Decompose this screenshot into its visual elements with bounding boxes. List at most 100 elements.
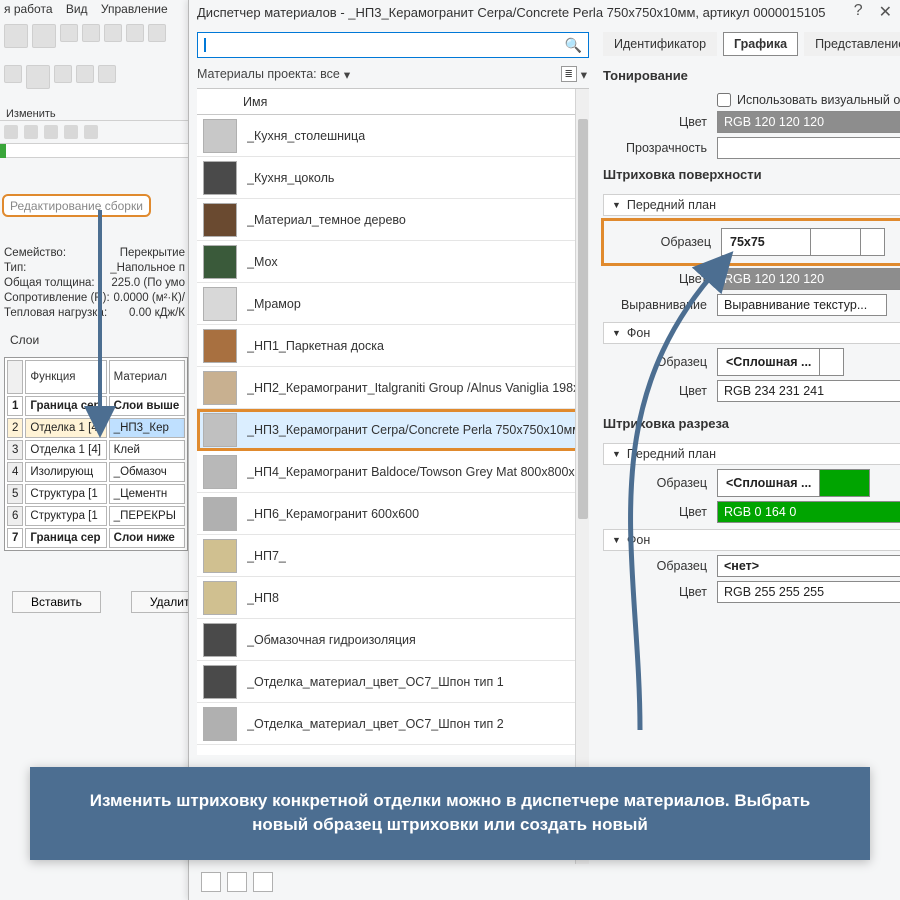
menu-item[interactable]: я работа — [4, 2, 53, 16]
row-material[interactable]: _ПЕРЕКРЫ — [109, 506, 185, 526]
alignment-button[interactable]: Выравнивание текстур... — [717, 294, 887, 316]
material-item[interactable]: _Кухня_столешница — [197, 115, 589, 157]
menu-item[interactable]: Вид — [66, 2, 88, 16]
collapse-icon[interactable]: ▼ — [612, 328, 621, 338]
material-item[interactable]: _Материал_темное дерево — [197, 199, 589, 241]
layers-table[interactable]: ФункцияМатериал 1Граница серСлои выше2От… — [4, 357, 188, 551]
ribbon-tool-icon[interactable] — [76, 65, 94, 83]
search-input[interactable]: 🔍 — [197, 32, 589, 58]
material-item[interactable]: _Мох — [197, 241, 589, 283]
tool-icon[interactable] — [253, 872, 273, 892]
table-row[interactable]: 4Изолирующ_Обмазоч — [7, 462, 185, 482]
ribbon-tool-icon[interactable] — [98, 65, 116, 83]
row-material[interactable]: Слои ниже — [109, 528, 185, 548]
view-dropdown-icon[interactable]: ▾ — [581, 67, 587, 82]
material-item[interactable]: _Отделка_материал_цвет_ОС7_Шпон тип 2 — [197, 703, 589, 745]
subhead-cut-bg[interactable]: ▼Фон — [603, 529, 900, 551]
surface-pattern[interactable]: 75x75 — [721, 228, 811, 256]
tab-identity[interactable]: Идентификатор — [603, 32, 717, 56]
row-function[interactable]: Отделка 1 [4] — [25, 418, 106, 438]
material-item[interactable]: _Отделка_материал_цвет_ОС7_Шпон тип 1 — [197, 661, 589, 703]
row-material[interactable]: _Обмазоч — [109, 462, 185, 482]
insert-button[interactable]: Вставить — [12, 591, 101, 613]
table-row[interactable]: 7Граница серСлои ниже — [7, 528, 185, 548]
ribbon-tool-icon[interactable] — [54, 65, 72, 83]
ribbon-tool-icon[interactable] — [148, 24, 166, 42]
collapse-icon[interactable]: ▼ — [612, 449, 621, 459]
shading-color[interactable]: RGB 120 120 120 — [717, 111, 900, 133]
subhead-foreground[interactable]: ▼Передний план — [603, 194, 900, 216]
surface-bg-color[interactable]: RGB 234 231 241 — [717, 380, 900, 402]
table-row[interactable]: 2Отделка 1 [4]_НП3_Кер — [7, 418, 185, 438]
material-item[interactable]: _НП8 — [197, 577, 589, 619]
ribbon-tool-icon[interactable] — [82, 24, 100, 42]
pattern-swatch[interactable] — [861, 228, 885, 256]
row-function[interactable]: Граница сер — [25, 396, 106, 416]
help-button[interactable]: ? — [854, 2, 863, 22]
ribbon-tool-icon[interactable] — [26, 65, 50, 89]
surface-bg-pattern[interactable]: <Сплошная ... — [717, 348, 820, 376]
subhead-background[interactable]: ▼Фон — [603, 322, 900, 344]
collapse-icon[interactable]: ▼ — [612, 200, 621, 210]
row-function[interactable]: Граница сер — [25, 528, 106, 548]
material-item[interactable]: _Кухня_цоколь — [197, 157, 589, 199]
ribbon-tool-icon[interactable] — [32, 24, 56, 48]
material-item[interactable]: _Обмазочная гидроизоляция — [197, 619, 589, 661]
subhead-cut-fg[interactable]: ▼Передний план — [603, 443, 900, 465]
pattern-swatch[interactable] — [820, 348, 844, 376]
scrollbar-thumb[interactable] — [578, 119, 588, 519]
table-row[interactable]: 3Отделка 1 [4]Клей — [7, 440, 185, 460]
row-function[interactable]: Отделка 1 [4] — [25, 440, 106, 460]
material-item[interactable]: _НП6_Керамогранит 600х600 — [197, 493, 589, 535]
row-function[interactable]: Изолирующ — [25, 462, 106, 482]
material-item[interactable]: _НП1_Паркетная доска — [197, 325, 589, 367]
toolbar-icon[interactable] — [84, 125, 98, 139]
scrollbar[interactable] — [575, 89, 589, 864]
cut-bg-pattern[interactable]: <нет> — [717, 555, 900, 577]
pattern-swatch[interactable] — [820, 469, 870, 497]
ribbon-tool-icon[interactable] — [104, 24, 122, 42]
material-item[interactable]: _НП2_Керамогранит_Italgraniti Group /Aln… — [197, 367, 589, 409]
use-render-checkbox[interactable]: Использовать визуальный о — [717, 93, 900, 107]
row-material[interactable]: Клей — [109, 440, 185, 460]
menu-item[interactable]: Управление — [101, 2, 168, 16]
material-item[interactable]: _НП7_ — [197, 535, 589, 577]
row-material[interactable]: Слои выше — [109, 396, 185, 416]
ribbon-tool-icon[interactable] — [126, 24, 144, 42]
surface-fg-color[interactable]: RGB 120 120 120 — [717, 268, 900, 290]
menu-bar[interactable]: я работа Вид Управление — [0, 0, 189, 18]
view-mode-icon[interactable]: ≣ — [561, 66, 577, 82]
material-item[interactable]: _НП3_Керамогранит Cerpa/Concrete Perla 7… — [197, 409, 589, 451]
cut-bg-color[interactable]: RGB 255 255 255 — [717, 581, 900, 603]
tab-graphics[interactable]: Графика — [723, 32, 798, 56]
table-row[interactable]: 1Граница серСлои выше — [7, 396, 185, 416]
material-item[interactable]: _Мрамор — [197, 283, 589, 325]
ribbon-tool-icon[interactable] — [4, 24, 28, 48]
search-icon[interactable]: 🔍 — [565, 37, 582, 54]
collapse-icon[interactable]: ▼ — [612, 535, 621, 545]
table-row[interactable]: 6Структура [1_ПЕРЕКРЫ — [7, 506, 185, 526]
col-function[interactable]: Функция — [25, 360, 106, 394]
close-button[interactable]: ✕ — [879, 2, 892, 22]
ribbon-tool-icon[interactable] — [60, 24, 78, 42]
table-row[interactable]: 5Структура [1_Цементн — [7, 484, 185, 504]
row-material[interactable]: _Цементн — [109, 484, 185, 504]
tool-icon[interactable] — [227, 872, 247, 892]
ribbon-tool-icon[interactable] — [4, 65, 22, 83]
col-material[interactable]: Материал — [109, 360, 185, 394]
material-item[interactable]: _НП4_Керамогранит Baldoce/Towson Grey Ma… — [197, 451, 589, 493]
cut-fg-pattern[interactable]: <Сплошная ... — [717, 469, 820, 497]
row-function[interactable]: Структура [1 — [25, 484, 106, 504]
row-material[interactable]: _НП3_Кер — [109, 418, 185, 438]
material-list[interactable]: _Кухня_столешница_Кухня_цоколь_Материал_… — [197, 115, 589, 755]
filter-dropdown-icon[interactable]: ▾ — [344, 67, 350, 82]
tab-appearance[interactable]: Представление — [804, 32, 900, 56]
list-header-name[interactable]: Имя — [197, 89, 589, 115]
filter-label[interactable]: Материалы проекта: все — [197, 67, 340, 81]
transparency-slider[interactable] — [717, 137, 900, 159]
tool-icon[interactable] — [201, 872, 221, 892]
pattern-swatch[interactable] — [811, 228, 861, 256]
cut-fg-color[interactable]: RGB 0 164 0 — [717, 501, 900, 523]
toolbar-icon[interactable] — [64, 125, 78, 139]
toolbar-icon[interactable] — [44, 125, 58, 139]
